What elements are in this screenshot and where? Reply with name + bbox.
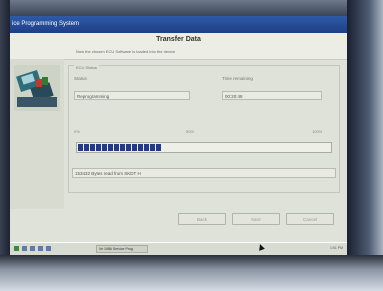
progress-marker-100: 100% (312, 129, 323, 134)
back-button[interactable]: Back (178, 213, 226, 225)
status-label: Status (74, 76, 87, 81)
cancel-button[interactable]: Cancel (286, 213, 334, 225)
next-button[interactable]: Next (232, 213, 280, 225)
screen: ice Programming System Transfer Data Now… (10, 16, 347, 255)
monitor-bezel-left (0, 0, 10, 291)
quicklaunch-icon[interactable] (22, 246, 27, 251)
quicklaunch-icon[interactable] (30, 246, 35, 251)
status-field: Reprogramming (74, 91, 190, 100)
monitor-bezel-top (0, 0, 383, 16)
taskbar-clock: 1:51 PM (329, 246, 343, 250)
monitor-bezel-right (347, 0, 383, 291)
taskbar: Ve 1986 Service Prog 1:51 PM (10, 242, 347, 255)
taskbar-task-button[interactable]: Ve 1986 Service Prog (96, 245, 148, 253)
quicklaunch-icon[interactable] (38, 246, 43, 251)
page-title: Transfer Data (156, 36, 201, 43)
log-field: 153432 Bytes read from SKDT H (72, 168, 336, 178)
side-panel (10, 59, 64, 209)
time-remaining-label: Time remaining (222, 76, 253, 81)
progress-bar-fill (78, 144, 161, 151)
time-remaining-field: 00:20:48 (222, 91, 322, 100)
progress-marker-50: 50% (186, 129, 195, 134)
ecu-device-icon (14, 65, 60, 111)
window-title: ice Programming System (12, 21, 80, 27)
progress-bar (76, 142, 332, 153)
progress-marker-0: 0% (74, 129, 80, 134)
window-titlebar[interactable]: ice Programming System (10, 16, 347, 33)
page-subtitle: Now the chosen ECU Software is loaded in… (76, 49, 176, 54)
quicklaunch-icon[interactable] (46, 246, 51, 251)
start-icon[interactable] (14, 246, 19, 251)
ecu-status-group-label: ECU Status (74, 65, 99, 70)
wizard-header: Transfer Data Now the chosen ECU Softwar… (10, 33, 347, 60)
monitor-bezel-bottom (0, 255, 383, 291)
